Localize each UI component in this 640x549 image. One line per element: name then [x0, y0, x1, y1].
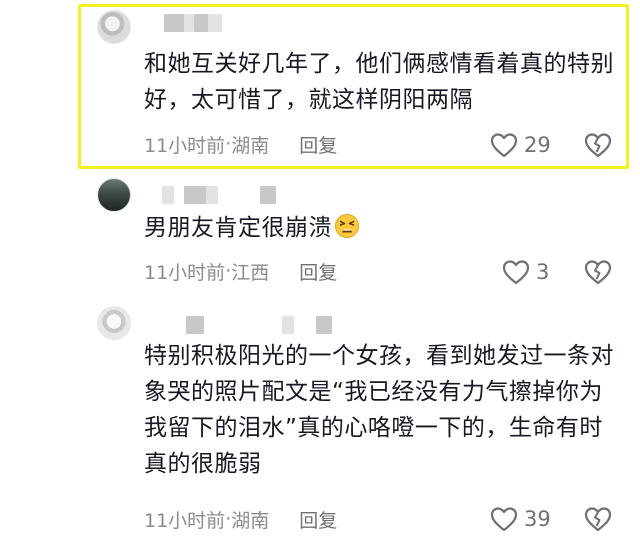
broken-heart-icon — [584, 133, 612, 158]
comment-meta: 11小时前 · 湖南 回复 — [144, 506, 337, 532]
username-redacted[interactable] — [150, 314, 340, 334]
heart-outline-icon — [502, 260, 530, 285]
dislike-button[interactable] — [584, 131, 612, 159]
like-button[interactable]: 29 — [490, 130, 551, 160]
comment-time: 11小时前 — [144, 509, 226, 532]
like-button[interactable]: 3 — [502, 257, 549, 287]
dislike-button[interactable] — [584, 505, 612, 533]
comment-meta: 11小时前 · 江西 回复 — [144, 258, 337, 284]
tired-face-emoji — [335, 214, 359, 238]
broken-heart-icon — [584, 507, 612, 532]
heart-outline-icon — [490, 133, 518, 158]
comment-item: 和她互关好几年了，他们俩感情看着真的特别好，太可惜了，就这样阴阳两隔 11小时前… — [0, 0, 640, 172]
username-redacted[interactable] — [150, 12, 240, 32]
reply-button[interactable]: 回复 — [299, 131, 337, 158]
comment-text: 特别积极阳光的一个女孩，看到她发过一条对象哭的照片配文是“我已经没有力气擦掉你为… — [144, 343, 614, 477]
comment-item: 特别积极阳光的一个女孩，看到她发过一条对象哭的照片配文是“我已经没有力气擦掉你为… — [0, 300, 640, 549]
like-count: 3 — [536, 260, 550, 284]
username-redacted[interactable] — [150, 184, 300, 204]
comment-item: 男朋友肯定很崩溃 11小时前 · 江西 回复 3 — [0, 172, 640, 300]
broken-heart-icon — [584, 260, 612, 285]
dislike-button[interactable] — [584, 258, 612, 286]
like-count: 29 — [524, 133, 551, 157]
heart-outline-icon — [490, 507, 518, 532]
reply-button[interactable]: 回复 — [299, 506, 337, 533]
comment-time: 11小时前 — [144, 134, 226, 157]
comment-text: 男朋友肯定很崩溃 — [144, 210, 624, 246]
comment-text: 和她互关好几年了，他们俩感情看着真的特别好，太可惜了，就这样阴阳两隔 — [144, 51, 614, 113]
like-count: 39 — [524, 507, 551, 531]
comment-time: 11小时前 — [144, 261, 226, 284]
comment-location: 江西 — [231, 261, 270, 284]
reply-button[interactable]: 回复 — [299, 258, 337, 285]
avatar[interactable] — [97, 10, 131, 44]
avatar[interactable] — [97, 306, 131, 340]
comment-text-body: 男朋友肯定很崩溃 — [144, 215, 332, 241]
comment-location: 湖南 — [231, 509, 270, 532]
like-button[interactable]: 39 — [490, 504, 551, 534]
comment-location: 湖南 — [231, 134, 270, 157]
avatar[interactable] — [97, 178, 131, 212]
comment-meta: 11小时前 · 湖南 回复 — [144, 131, 337, 157]
